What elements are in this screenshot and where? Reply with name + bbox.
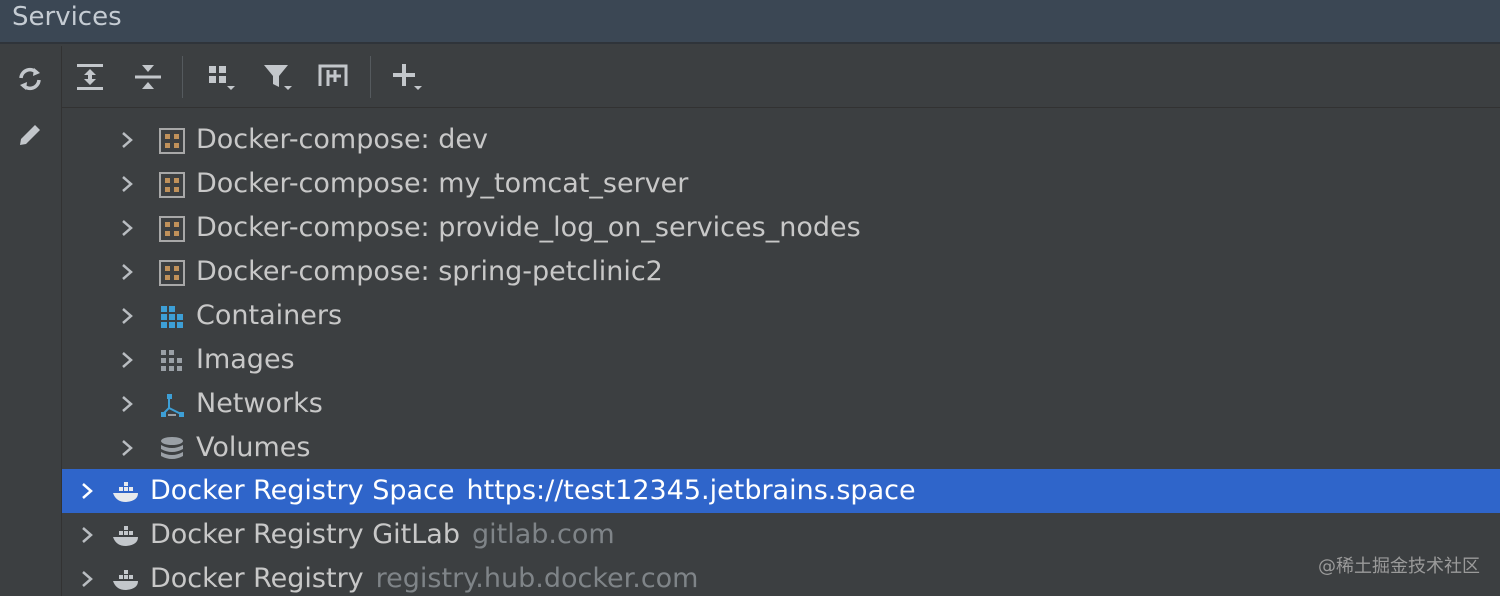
refresh-button[interactable]	[13, 62, 47, 96]
collapse-all-icon	[135, 65, 161, 89]
compose-icon	[158, 171, 186, 199]
tree-row-label: Containers	[196, 300, 343, 331]
pencil-icon	[20, 125, 40, 145]
docker-whale-icon	[112, 566, 140, 594]
tree-row-images[interactable]: Images	[62, 338, 1500, 382]
tree-row-docker-registry-space[interactable]: Docker Registry Space https://test12345.j…	[62, 469, 1500, 513]
tree-row-label: Docker-compose: spring-petclinic2	[196, 256, 663, 287]
chevron-right-icon[interactable]	[118, 219, 136, 237]
compose-icon	[158, 259, 186, 287]
images-icon	[158, 347, 186, 375]
compose-icon	[158, 127, 186, 155]
networks-icon	[158, 391, 186, 419]
chevron-right-icon[interactable]	[118, 351, 136, 369]
chevron-right-icon[interactable]	[118, 395, 136, 413]
tree-row-networks[interactable]: Networks	[62, 382, 1500, 426]
registry-label: Docker Registry GitLab gitlab.com	[150, 513, 615, 557]
chevron-right-icon[interactable]	[118, 131, 136, 149]
clipped-tree-row	[158, 108, 186, 118]
volumes-icon	[158, 435, 186, 463]
registry-label: Docker Registry Space https://test12345.j…	[150, 469, 916, 513]
expand-all-icon	[77, 64, 103, 90]
docker-whale-icon	[112, 478, 140, 506]
refresh-icon	[19, 67, 41, 91]
tool-window-title: Services	[12, 2, 122, 32]
chevron-right-icon[interactable]	[78, 482, 96, 500]
expand-all-button[interactable]	[70, 58, 110, 96]
tree-row-docker-registry[interactable]: Docker Registry registry.hub.docker.com	[62, 557, 1500, 596]
docker-whale-icon	[112, 522, 140, 550]
registry-name: Docker Registry Space	[150, 475, 455, 506]
tree-row-label: Images	[196, 344, 295, 375]
tree-row-label: Docker-compose: provide_log_on_services_…	[196, 212, 861, 243]
tree-row-compose-provide-log[interactable]: Docker-compose: provide_log_on_services_…	[62, 206, 1500, 250]
group-by-icon	[209, 66, 235, 90]
tree-row-label: Docker-compose: my_tomcat_server	[196, 168, 689, 199]
chevron-right-icon[interactable]	[118, 439, 136, 457]
collapse-all-button[interactable]	[128, 58, 168, 96]
open-in-new-tab-button[interactable]	[314, 58, 354, 96]
chevron-right-icon[interactable]	[78, 570, 96, 588]
tree-row-label: Volumes	[196, 432, 311, 463]
registry-label: Docker Registry registry.hub.docker.com	[150, 557, 698, 596]
registry-name: Docker Registry	[150, 563, 364, 594]
registry-name: Docker Registry GitLab	[150, 519, 460, 550]
edit-button[interactable]	[13, 118, 47, 152]
left-toolbar	[0, 46, 62, 596]
services-tree[interactable]: Docker-compose: dev Docker-compose: my_t…	[62, 108, 1500, 596]
registry-url: registry.hub.docker.com	[375, 563, 699, 594]
tree-row-compose-my-tomcat-server[interactable]: Docker-compose: my_tomcat_server	[62, 162, 1500, 206]
group-by-button[interactable]	[202, 58, 242, 96]
open-in-new-tab-icon	[318, 64, 348, 86]
containers-icon	[158, 303, 186, 331]
filter-icon	[264, 65, 292, 90]
registry-url: gitlab.com	[471, 519, 615, 550]
chevron-right-icon[interactable]	[118, 307, 136, 325]
compose-icon	[158, 215, 186, 243]
registry-url: https://test12345.jetbrains.space	[466, 475, 916, 506]
chevron-right-icon[interactable]	[118, 175, 136, 193]
toolbar-separator	[370, 56, 371, 98]
chevron-right-icon[interactable]	[78, 526, 96, 544]
tree-row-compose-spring-petclinic2[interactable]: Docker-compose: spring-petclinic2	[62, 250, 1500, 294]
services-toolbar	[62, 46, 1500, 108]
add-button[interactable]	[388, 58, 428, 96]
tree-row-compose-dev[interactable]: Docker-compose: dev	[62, 118, 1500, 162]
chevron-right-icon[interactable]	[118, 263, 136, 281]
filter-button[interactable]	[258, 58, 298, 96]
toolbar-separator	[182, 56, 183, 98]
add-icon	[393, 64, 422, 90]
tree-row-docker-registry-gitlab[interactable]: Docker Registry GitLab gitlab.com	[62, 513, 1500, 557]
tool-window-header: Services	[0, 0, 1500, 44]
tree-row-label: Docker-compose: dev	[196, 124, 488, 155]
tree-row-label: Networks	[196, 388, 323, 419]
watermark: @稀土掘金技术社区	[1318, 556, 1480, 577]
tree-row-containers[interactable]: Containers	[62, 294, 1500, 338]
tree-row-volumes[interactable]: Volumes	[62, 426, 1500, 470]
